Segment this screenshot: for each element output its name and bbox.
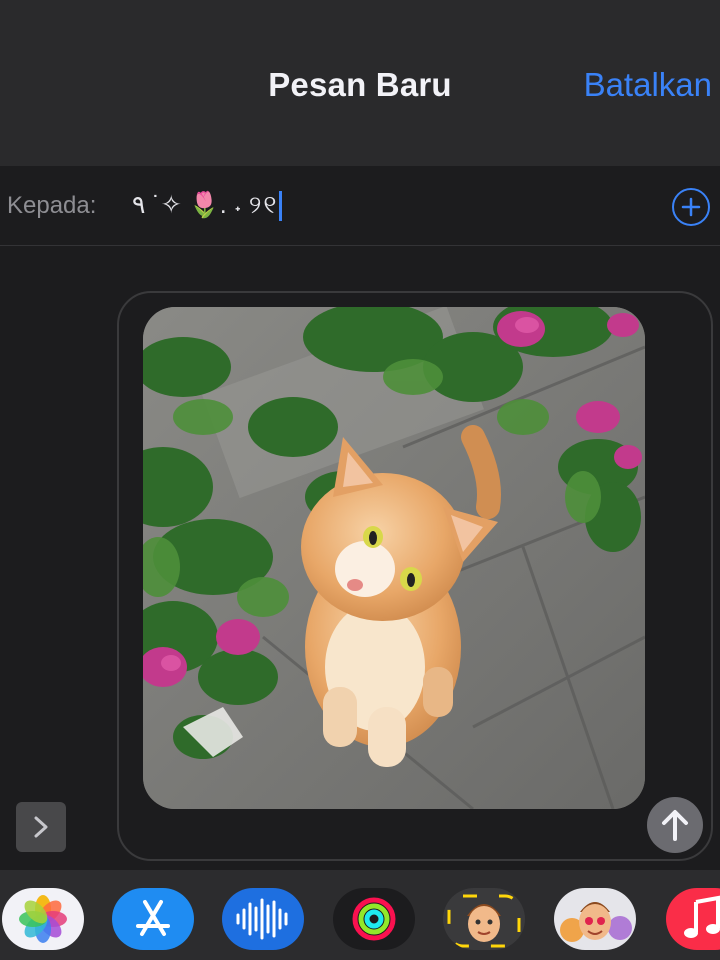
add-contact-button[interactable] [672,188,710,226]
message-input-field[interactable] [117,291,713,861]
photos-icon[interactable] [2,888,84,950]
recipient-text: ٩ ˙✧ 🌷. ˖ ୨୧ [132,191,279,219]
memoji-stickers-icon[interactable] [554,888,636,950]
waveform-glyph [236,898,288,940]
navigation-bar: Pesan Baru Batalkan [0,0,720,166]
audio-message-icon[interactable] [222,888,304,950]
memoji-icon[interactable] [443,888,525,950]
app-drawer [0,870,720,960]
recipient-input[interactable]: ٩ ˙✧ 🌷. ˖ ୨୧ [132,190,283,222]
app-store-glyph [136,900,170,936]
expand-apps-button[interactable] [16,802,66,852]
activity-icon[interactable] [333,888,415,950]
text-caret [279,191,283,222]
music-note-glyph [684,895,720,938]
memoji-face-glyph [447,894,521,948]
compose-area [0,246,720,870]
cancel-button[interactable]: Batalkan [584,66,712,104]
cat-photo-image [143,307,645,809]
chevron-right-icon [34,816,48,838]
send-button[interactable] [647,797,703,853]
arrow-up-icon [662,810,688,841]
attached-photo[interactable] [143,307,645,809]
app-store-icon[interactable] [112,888,194,950]
memoji-stickers-glyph [560,902,632,942]
recipient-row: Kepada: ٩ ˙✧ 🌷. ˖ ୨୧ [0,166,720,246]
to-label: Kepada: [7,192,97,219]
activity-rings-glyph [352,897,396,941]
photos-glyph [19,895,67,943]
plus-icon [681,197,701,217]
music-icon[interactable] [666,888,720,950]
